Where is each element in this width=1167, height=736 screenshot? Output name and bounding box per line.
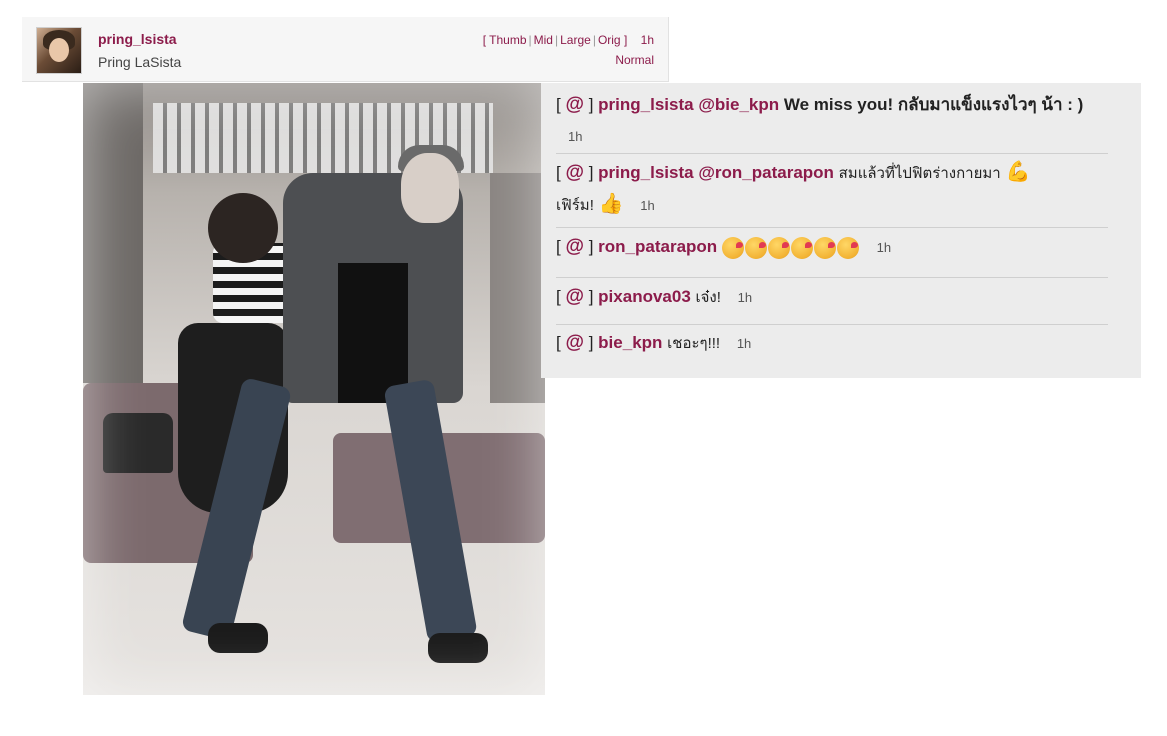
comment-user[interactable]: pixanova03	[598, 287, 691, 306]
post-header: pring_lsista Pring LaSista [ Thumb | Mid | L…	[22, 17, 669, 82]
face-blowing-kiss-icon	[744, 236, 767, 259]
size-large-link[interactable]: Large	[560, 33, 591, 47]
post-photo[interactable]	[83, 83, 545, 695]
face-blowing-kiss-icon	[767, 236, 790, 259]
size-thumb-link[interactable]: Thumb	[489, 33, 526, 47]
comment-item: [ @ ] pixanova03 เจ๋ง! 1h	[556, 281, 1108, 325]
image-size-links: [ Thumb | Mid | Large | Orig ] 1h	[482, 33, 654, 47]
size-orig-link[interactable]: Orig	[598, 33, 621, 47]
post-time: 1h	[640, 33, 654, 47]
comment-time: 1h	[640, 198, 655, 213]
comment-item: [ @ ] pring_lsista @bie_kpn We miss you!…	[556, 89, 1108, 154]
reply-button[interactable]: @	[565, 162, 584, 183]
comment-user[interactable]: pring_lsista	[598, 95, 693, 114]
filter-name: Normal	[615, 53, 654, 67]
comment-text: เฟิร์ม!	[556, 197, 594, 214]
flexed-biceps-icon: 💪	[1005, 161, 1031, 183]
comment-mention[interactable]: @ron_patarapon	[698, 163, 834, 182]
comment-text: เชอะๆ!!!	[667, 335, 721, 352]
comment-time: 1h	[876, 240, 892, 255]
post-fullname: Pring LaSista	[98, 54, 182, 70]
comment-time: 1h	[568, 129, 583, 144]
thumbs-up-icon: 👍	[598, 193, 624, 215]
comment-time: 1h	[736, 336, 752, 351]
comments-panel: [ @ ] pring_lsista @bie_kpn We miss you!…	[541, 83, 1141, 378]
reply-button[interactable]: @	[565, 94, 584, 115]
face-blowing-kiss-icon	[813, 236, 836, 259]
comment-mention[interactable]: @bie_kpn	[698, 95, 779, 114]
comment-user[interactable]: pring_lsista	[598, 163, 693, 182]
face-blowing-kiss-icon	[721, 236, 744, 259]
comment-item: [ @ ] ron_patarapon 1h	[556, 231, 1108, 278]
reply-button[interactable]: @	[565, 236, 584, 257]
comment-text: เจ๋ง!	[695, 289, 721, 306]
comment-user[interactable]: ron_patarapon	[598, 237, 717, 256]
face-blowing-kiss-icon	[790, 236, 813, 259]
comment-user[interactable]: bie_kpn	[598, 333, 662, 352]
reply-button[interactable]: @	[565, 332, 584, 353]
comment-item: [ @ ] pring_lsista @ron_patarapon สมแล้ว…	[556, 157, 1108, 228]
avatar[interactable]	[36, 27, 82, 74]
size-mid-link[interactable]: Mid	[534, 33, 553, 47]
post-username[interactable]: pring_lsista	[98, 31, 177, 47]
reply-button[interactable]: @	[565, 286, 584, 307]
comment-text: สมแล้วที่ไปฟิตร่างกายมา	[838, 165, 1001, 182]
face-blowing-kiss-icon	[836, 236, 859, 259]
comment-time: 1h	[737, 290, 753, 305]
comment-item: [ @ ] bie_kpn เชอะๆ!!! 1h	[556, 332, 752, 353]
comment-text: We miss you! กลับมาแข็งแรงไวๆ น้า : )	[783, 95, 1084, 114]
